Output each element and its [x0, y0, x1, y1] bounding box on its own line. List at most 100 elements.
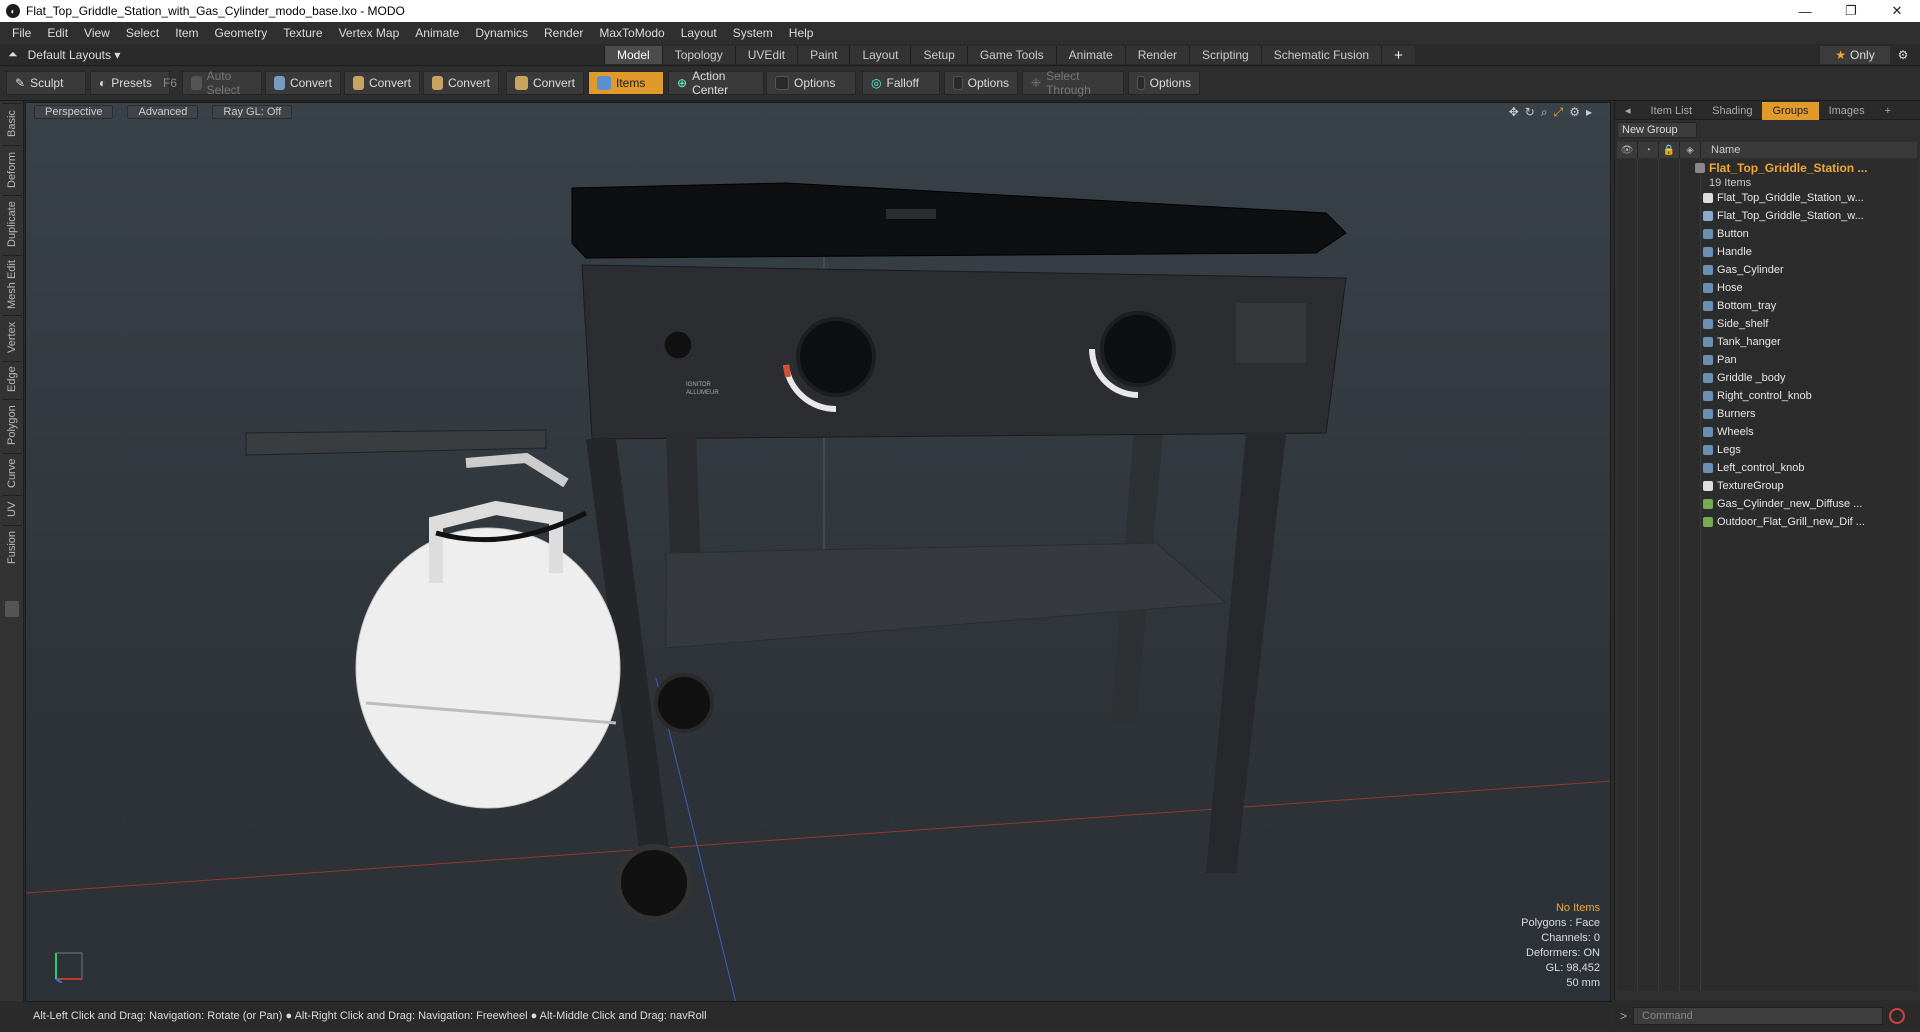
menu-view[interactable]: View	[76, 26, 118, 40]
lock-icon[interactable]: 🔒	[1659, 142, 1680, 158]
tab-shading[interactable]: Shading	[1702, 102, 1762, 120]
menu-texture[interactable]: Texture	[275, 26, 330, 40]
tab-scripting[interactable]: Scripting	[1189, 46, 1261, 64]
tab-schematic-fusion[interactable]: Schematic Fusion	[1260, 46, 1382, 64]
gear-icon[interactable]: ⚙	[1892, 46, 1914, 64]
vtab-edge[interactable]: Edge	[2, 361, 22, 397]
menu-help[interactable]: Help	[781, 26, 822, 40]
tab-game-tools[interactable]: Game Tools	[966, 46, 1056, 64]
tab-animate[interactable]: Animate	[1055, 46, 1125, 64]
convert-polygon-button[interactable]: Convert	[423, 71, 499, 95]
list-item[interactable]: Legs	[1703, 441, 1913, 459]
menu-item[interactable]: Item	[167, 26, 206, 40]
command-input[interactable]: Command	[1633, 1007, 1884, 1025]
auto-select-button[interactable]: Auto Select	[182, 69, 262, 97]
strip-toggle-button[interactable]	[5, 601, 19, 617]
tab-setup[interactable]: Setup	[910, 46, 967, 64]
tab-item-list[interactable]: Item List	[1641, 102, 1703, 120]
vtab-mesh-edit[interactable]: Mesh Edit	[2, 255, 22, 313]
vtab-uv[interactable]: UV	[2, 495, 22, 523]
list-item[interactable]: Flat_Top_Griddle_Station_w...	[1703, 189, 1913, 207]
menu-maxtomodo[interactable]: MaxToModo	[591, 26, 672, 40]
list-item[interactable]: Right_control_knob	[1703, 387, 1913, 405]
pan-icon[interactable]: ✥	[1509, 105, 1519, 120]
panel-menu-icon[interactable]: ◂	[1615, 102, 1641, 120]
vtab-curve[interactable]: Curve	[2, 453, 22, 493]
menu-geometry[interactable]: Geometry	[207, 26, 276, 40]
list-item[interactable]: Side_shelf	[1703, 315, 1913, 333]
vtab-polygon[interactable]: Polygon	[2, 399, 22, 451]
vtab-vertex[interactable]: Vertex	[2, 315, 22, 359]
new-group-button[interactable]: New Group	[1617, 122, 1697, 138]
falloff-options-button[interactable]: Options	[944, 71, 1018, 95]
list-item[interactable]: Outdoor_Flat_Grill_new_Dif ...	[1703, 513, 1913, 531]
fit-icon[interactable]: ⤢	[1554, 105, 1564, 120]
list-item[interactable]: TextureGroup	[1703, 477, 1913, 495]
convert-edge-button[interactable]: Convert	[344, 71, 420, 95]
menu-layout[interactable]: Layout	[673, 26, 725, 40]
menu-file[interactable]: File	[4, 26, 39, 40]
tab-paint[interactable]: Paint	[797, 46, 850, 64]
list-item[interactable]: Gas_Cylinder	[1703, 261, 1913, 279]
list-item[interactable]: Bottom_tray	[1703, 297, 1913, 315]
close-button[interactable]: ✕	[1874, 0, 1920, 22]
3d-viewport[interactable]: IGNITOR ALLUMEUR Perspective Advanced Ra…	[25, 102, 1611, 1002]
layout-collapse-icon[interactable]: ⏶	[8, 47, 18, 62]
list-item[interactable]: Pan	[1703, 351, 1913, 369]
list-item[interactable]: Button	[1703, 225, 1913, 243]
perspective-view-button[interactable]: Perspective	[34, 105, 114, 119]
list-item[interactable]: Tank_hanger	[1703, 333, 1913, 351]
select-options-button[interactable]: Options	[1128, 71, 1200, 95]
menu-dynamics[interactable]: Dynamics	[467, 26, 536, 40]
items-mode-button[interactable]: Items	[588, 71, 664, 95]
name-column-header[interactable]: Name	[1701, 144, 1740, 156]
only-toggle[interactable]: ★ Only	[1820, 46, 1890, 64]
vtab-fusion[interactable]: Fusion	[2, 525, 22, 569]
add-panel-tab-button[interactable]: +	[1875, 102, 1901, 120]
select-through-button[interactable]: ⁜ Select Through	[1022, 69, 1124, 97]
list-item[interactable]: Gas_Cylinder_new_Diffuse ...	[1703, 495, 1913, 513]
menu-render[interactable]: Render	[536, 26, 591, 40]
advanced-shading-button[interactable]: Advanced	[127, 105, 199, 119]
menu-select[interactable]: Select	[118, 26, 167, 40]
presets-button[interactable]: ◐ Presets F6	[90, 71, 177, 95]
menu-vertex-map[interactable]: Vertex Map	[331, 26, 408, 40]
viewport-menu-icon[interactable]: ▸	[1586, 105, 1592, 120]
rotate-icon[interactable]: ↻	[1525, 105, 1535, 120]
viewport-gear-icon[interactable]: ⚙	[1569, 105, 1580, 120]
tab-model[interactable]: Model	[604, 46, 662, 64]
convert-vertex-button[interactable]: Convert	[265, 71, 341, 95]
tab-groups[interactable]: Groups	[1762, 101, 1819, 120]
list-item[interactable]: Flat_Top_Griddle_Station_w...	[1703, 207, 1913, 225]
render-icon[interactable]: ◔	[1638, 142, 1659, 158]
tab-uvedit[interactable]: UVEdit	[734, 46, 798, 64]
tab-images[interactable]: Images	[1819, 102, 1875, 120]
vtab-basic[interactable]: Basic	[2, 103, 22, 143]
vtab-deform[interactable]: Deform	[2, 145, 22, 193]
eye-icon[interactable]: 👁	[1617, 142, 1638, 158]
list-item[interactable]: Hose	[1703, 279, 1913, 297]
minimize-button[interactable]: —	[1782, 0, 1828, 22]
list-item[interactable]: Left_control_knob	[1703, 459, 1913, 477]
select-icon[interactable]: ◈	[1680, 142, 1701, 158]
add-tab-button[interactable]: +	[1381, 46, 1415, 64]
action-center-options-button[interactable]: Options	[766, 71, 856, 95]
maximize-button[interactable]: ❐	[1828, 0, 1874, 22]
falloff-button[interactable]: ◎ Falloff	[862, 71, 940, 95]
menu-animate[interactable]: Animate	[407, 26, 467, 40]
menu-system[interactable]: System	[725, 26, 781, 40]
vtab-duplicate[interactable]: Duplicate	[2, 195, 22, 253]
tab-render[interactable]: Render	[1124, 46, 1190, 64]
tab-layout[interactable]: Layout	[849, 46, 911, 64]
menu-edit[interactable]: Edit	[39, 26, 76, 40]
list-item[interactable]: Burners	[1703, 405, 1913, 423]
layout-dropdown[interactable]: Default Layouts ▾	[28, 48, 121, 62]
list-item[interactable]: Griddle _body	[1703, 369, 1913, 387]
sculpt-button[interactable]: ✎ Sculpt	[6, 71, 86, 95]
convert-item-button[interactable]: Convert	[506, 71, 584, 95]
tab-topology[interactable]: Topology	[661, 46, 735, 64]
list-item[interactable]: Wheels	[1703, 423, 1913, 441]
stop-icon[interactable]	[1889, 1008, 1906, 1024]
raygl-toggle[interactable]: Ray GL: Off	[212, 105, 293, 119]
list-item[interactable]: Handle	[1703, 243, 1913, 261]
